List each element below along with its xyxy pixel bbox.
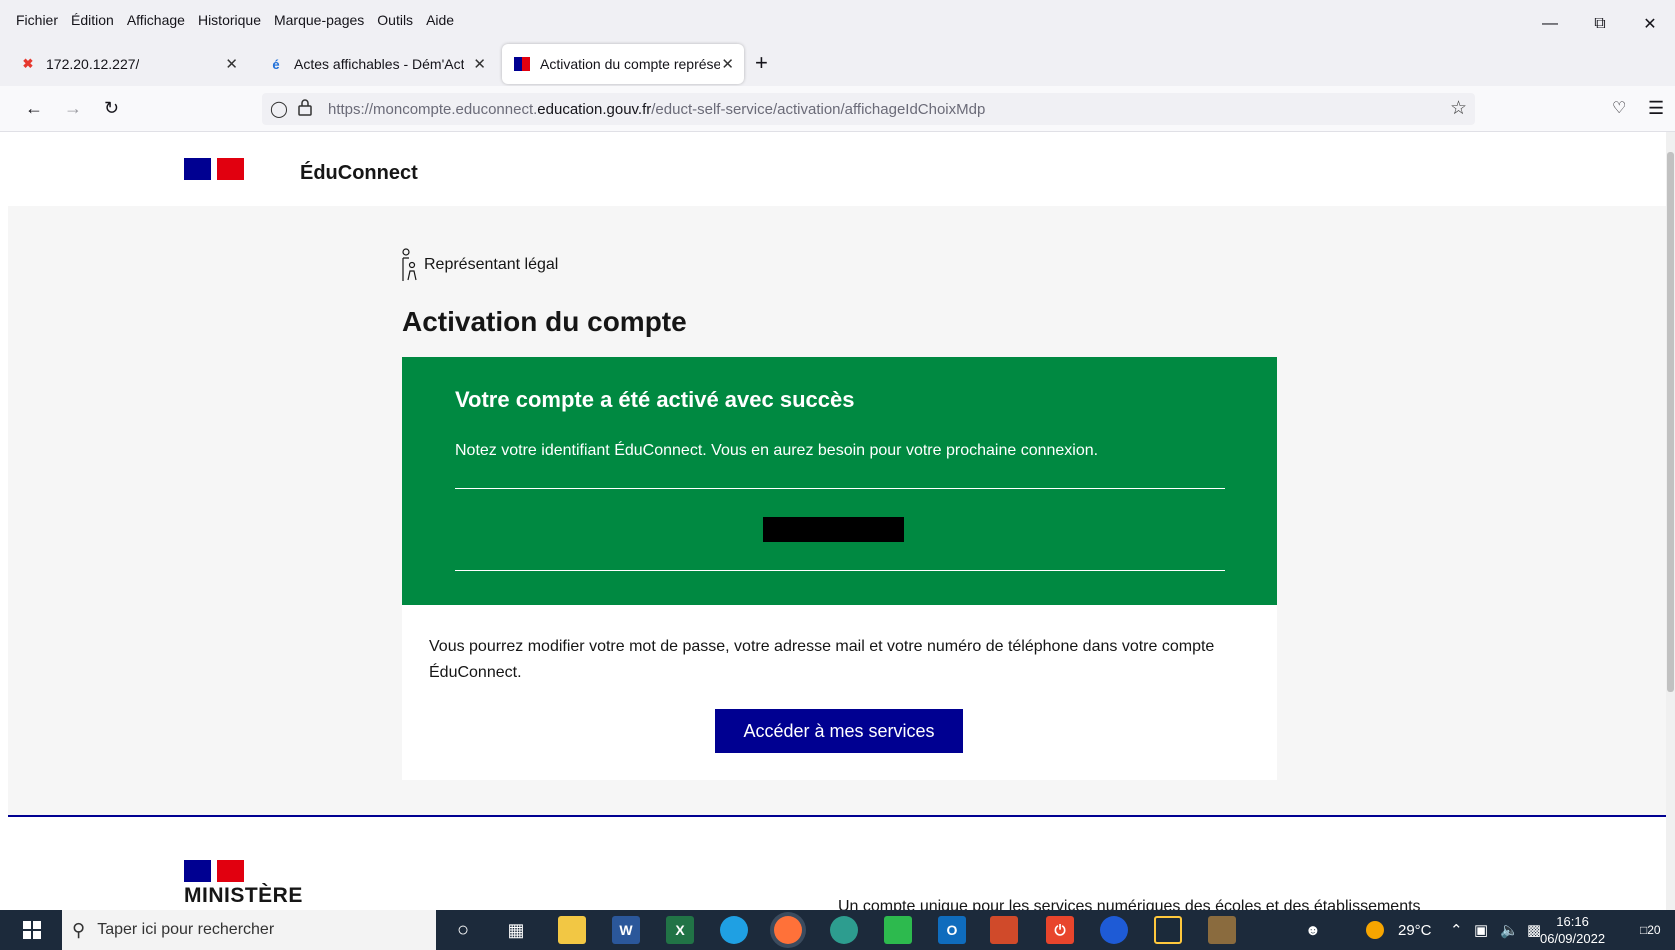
money-app-icon[interactable]	[884, 916, 912, 944]
word-icon[interactable]: W	[612, 916, 640, 944]
edge-icon[interactable]	[720, 916, 748, 944]
notification-count: 20	[1647, 923, 1661, 937]
network-icon[interactable]: ▣	[1474, 910, 1488, 950]
url-domain: education.gouv.fr	[537, 101, 652, 118]
search-icon: ⚲	[72, 919, 86, 940]
show-hidden-icons-icon[interactable]: ⌃	[1450, 910, 1463, 950]
info-card: Vous pourrez modifier votre mot de passe…	[402, 605, 1277, 780]
success-text: Notez votre identifiant ÉduConnect. Vous…	[455, 442, 1099, 459]
taskbar-search[interactable]: ⚲ Taper ici pour rechercher	[62, 910, 436, 950]
success-panel: Votre compte a été activé avec succès No…	[402, 357, 1277, 605]
close-window-icon[interactable]: ✕	[1625, 10, 1675, 38]
clock-time: 16:16	[1556, 914, 1589, 929]
navigation-bar: ← → ↻ ◯ https://moncompte.educonnect.edu…	[0, 86, 1675, 132]
url-text: https://moncompte.educonnect.education.g…	[328, 101, 985, 118]
menu-help[interactable]: Aide	[426, 12, 454, 28]
search-placeholder: Taper ici pour rechercher	[97, 921, 275, 938]
menu-edit[interactable]: Édition	[71, 12, 114, 28]
shield-icon[interactable]: ◯	[270, 99, 288, 119]
webex-icon[interactable]	[1100, 916, 1128, 944]
marianne-favicon-icon	[514, 56, 530, 72]
power-app-icon[interactable]: ⏻	[1046, 916, 1074, 944]
new-tab-icon[interactable]: +	[755, 50, 768, 76]
task-view-icon[interactable]: ▦	[502, 916, 530, 944]
info-text: Vous pourrez modifier votre mot de passe…	[429, 638, 1215, 681]
legal-representative-icon	[402, 248, 417, 281]
tab-bar: ✖ 172.20.12.227/ ✕ é Actes affichables -…	[0, 42, 1675, 86]
menu: Fichier Édition Affichage Historique Mar…	[16, 12, 454, 28]
people-icon[interactable]: ☻	[1305, 910, 1321, 950]
forward-icon[interactable]: →	[64, 98, 82, 119]
volume-muted-icon[interactable]: 🔈	[1500, 910, 1519, 950]
footer-marianne-logo-icon	[184, 860, 244, 882]
windows-taskbar: ⚲ Taper ici pour rechercher ○ ▦ W X O ⏻ …	[0, 910, 1675, 950]
tab-title: Actes affichables - Dém'Act	[294, 56, 465, 72]
close-tab-icon[interactable]: ✕	[721, 55, 734, 73]
redacted-identifier	[763, 517, 904, 542]
back-icon[interactable]: ←	[25, 98, 43, 119]
bookmark-star-icon[interactable]: ☆	[1450, 97, 1467, 120]
footer-separator	[8, 815, 1670, 817]
tab-title: Activation du compte représent	[540, 56, 720, 72]
firefox-icon[interactable]	[774, 916, 802, 944]
tab-2[interactable]: é Actes affichables - Dém'Act ✕	[256, 44, 496, 84]
demact-favicon-icon: é	[272, 56, 280, 72]
windows-start-icon[interactable]	[8, 910, 56, 950]
tab-1[interactable]: ✖ 172.20.12.227/ ✕	[8, 44, 248, 84]
hamburger-menu-icon[interactable]: ☰	[1648, 98, 1664, 119]
close-tab-icon[interactable]: ✕	[225, 55, 238, 73]
scrollbar-thumb[interactable]	[1667, 152, 1674, 692]
marianne-logo-icon[interactable]	[184, 158, 244, 180]
divider	[455, 570, 1225, 571]
brand-name[interactable]: ÉduConnect	[300, 162, 418, 185]
cortana-icon[interactable]: ○	[449, 916, 477, 944]
scale-app-icon[interactable]	[1154, 916, 1182, 944]
url-path: /educt-self-service/activation/affichage…	[651, 101, 986, 118]
app-icon[interactable]	[830, 916, 858, 944]
divider	[455, 488, 1225, 489]
access-services-button[interactable]: Accéder à mes services	[715, 709, 963, 753]
pocket-icon[interactable]: ♡	[1612, 98, 1626, 118]
url-prefix: https://moncompte.educonnect.	[328, 101, 538, 118]
pdf-app-icon[interactable]	[990, 916, 1018, 944]
page-title: Activation du compte	[402, 306, 687, 337]
menu-tools[interactable]: Outils	[377, 12, 413, 28]
url-bar[interactable]: ◯ https://moncompte.educonnect.education…	[262, 93, 1475, 125]
weather-temperature[interactable]: 29°C	[1398, 910, 1432, 950]
tab-3-active[interactable]: Activation du compte représent ✕	[502, 44, 744, 84]
excel-icon[interactable]: X	[666, 916, 694, 944]
notifications-icon[interactable]: □ 20	[1640, 910, 1661, 950]
role-label: Représentant légal	[424, 256, 559, 273]
ministere-label: MINISTÈRE	[184, 884, 303, 907]
menu-bookmarks[interactable]: Marque-pages	[274, 12, 364, 28]
menu-view[interactable]: Affichage	[127, 12, 185, 28]
file-explorer-icon[interactable]	[558, 916, 586, 944]
restore-icon[interactable]: ⧉	[1575, 10, 1625, 38]
role-indicator: Représentant légal	[400, 248, 558, 282]
lock-icon[interactable]	[298, 98, 312, 121]
tab-title: 172.20.12.227/	[46, 56, 140, 72]
menu-bar: Fichier Édition Affichage Historique Mar…	[0, 0, 1675, 42]
clock-date: 06/09/2022	[1540, 931, 1606, 946]
menu-history[interactable]: Historique	[198, 12, 261, 28]
weather-icon[interactable]	[1366, 910, 1388, 950]
site-header: ÉduConnect	[8, 132, 1670, 206]
success-title: Votre compte a été activé avec succès	[455, 387, 855, 412]
window-controls: — ⧉ ✕	[1525, 10, 1675, 38]
reload-icon[interactable]: ↻	[104, 98, 119, 119]
page-scrollbar[interactable]	[1666, 132, 1675, 912]
clock[interactable]: 16:16 06/09/2022	[1540, 913, 1605, 947]
close-tab-icon[interactable]: ✕	[473, 55, 486, 73]
minimize-icon[interactable]: —	[1525, 10, 1575, 38]
menu-file[interactable]: Fichier	[16, 12, 58, 28]
books-app-icon[interactable]	[1208, 916, 1236, 944]
proxmox-favicon-icon: ✖	[22, 56, 34, 71]
outlook-icon[interactable]: O	[938, 916, 966, 944]
